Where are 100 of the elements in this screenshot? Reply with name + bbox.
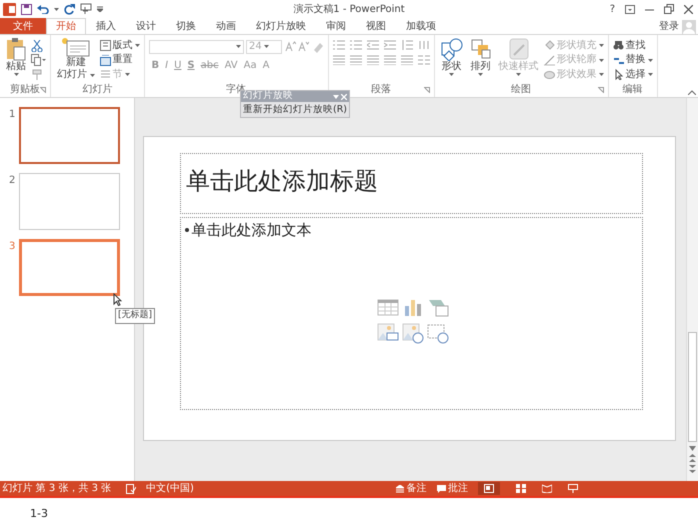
ribbon-button[interactable]: 查找 [612,40,652,52]
caret-icon [648,58,652,62]
avatar-icon[interactable] [682,20,696,34]
shapes-icon [440,37,462,61]
increase-indent-icon[interactable] [384,40,396,50]
align-right-icon[interactable] [366,54,378,64]
group-label: 幻灯片 [82,84,112,95]
columns-icon[interactable] [418,54,430,64]
next-slide-icon[interactable] [689,465,696,473]
caret-icon [598,73,604,76]
comment-icon [436,484,446,492]
justify-icon[interactable] [384,54,396,64]
online-picture-icon[interactable] [402,322,424,344]
cursor-icon [113,293,122,306]
distribute-icon[interactable] [400,54,412,64]
ribbon-tab[interactable]: 开始 [46,18,86,34]
window-title: 演示文稿1 - PowerPoint [293,2,405,17]
ribbon-tab[interactable]: 设计 [126,18,166,34]
redo-icon[interactable] [64,4,74,14]
caret-icon [134,44,140,47]
numbering-icon[interactable] [350,40,362,50]
figure-caption: 1-3 [30,507,48,520]
ribbon-tab[interactable]: 动画 [206,18,246,34]
pen-outline-icon [544,54,554,66]
paste-button[interactable]: 粘贴 [4,37,28,84]
table-icon[interactable] [377,298,399,318]
ribbon-tab[interactable]: 切换 [166,18,206,34]
bullets-icon[interactable] [332,40,344,50]
line-spacing-icon[interactable] [400,40,412,50]
grow-font-icon[interactable] [284,41,296,52]
slide-thumbnail[interactable] [19,239,120,296]
fill-bucket-icon [544,40,554,51]
shape-effects-icon [544,69,554,80]
notes-button[interactable]: 备注 [396,481,426,496]
group-label: 段落 [371,84,391,95]
ribbon-display-icon[interactable] [625,4,635,14]
ribbon-button[interactable]: 替换 [612,54,652,66]
ribbon-tab[interactable]: 幻灯片放映 [246,18,316,34]
title-placeholder[interactable]: 单击此处添加标题 [186,167,378,195]
sign-in-link[interactable]: 登录 [659,19,679,34]
shrink-font-icon[interactable] [298,41,309,52]
font-name-field[interactable] [148,40,244,54]
normal-view-button[interactable] [478,482,500,495]
touch-mode-icon[interactable] [80,3,92,15]
smartart-icon[interactable] [427,298,449,318]
clear-format-icon[interactable] [312,40,324,52]
close-icon[interactable] [684,4,693,14]
caret-icon [264,45,270,48]
slide-sorter-icon[interactable] [516,484,526,493]
ribbon-tab[interactable]: 视图 [356,18,396,34]
slide-thumbnail[interactable] [19,107,120,164]
decrease-indent-icon[interactable] [366,40,378,50]
scrollbar-thumb[interactable] [688,332,697,442]
clipboard-icon [6,37,26,61]
ribbon-tab[interactable]: 文件 [0,18,46,34]
align-center-icon[interactable] [350,54,362,64]
ribbon-tab[interactable]: 审阅 [316,18,356,34]
slide-thumbnail[interactable] [19,173,120,230]
dialog-launcher-icon[interactable] [40,87,46,93]
group-label: 绘图 [511,84,531,95]
slideshow-icon[interactable] [568,484,578,493]
ribbon-tab[interactable]: 插入 [86,18,126,34]
cut-icon[interactable] [31,40,43,52]
scroll-down-icon[interactable] [689,446,696,451]
language-status[interactable]: 中文(中国) [146,481,194,496]
menu-item[interactable]: 重新开始幻灯片放映(R) [241,103,350,117]
undo-icon[interactable] [36,4,48,14]
previous-slide-icon[interactable] [689,454,696,462]
picture-icon[interactable] [377,322,399,344]
align-left-icon[interactable] [332,54,344,64]
caret-icon [648,73,652,76]
dialog-launcher-icon[interactable] [598,87,604,93]
format-painter-icon[interactable] [31,68,43,80]
dialog-launcher-icon[interactable] [424,87,430,93]
new-slide-button[interactable]: 新建 幻灯片 [55,37,96,84]
pointer-icon [612,69,624,80]
help-button[interactable]: ? [610,2,615,16]
copy-icon[interactable] [31,54,46,66]
ribbon-button[interactable]: 重置 [100,54,140,66]
ribbon-button[interactable]: 选择 [612,68,652,80]
customize-icon[interactable] [96,6,102,12]
ribbon-button[interactable]: 排列 [468,37,494,84]
body-placeholder[interactable]: 单击此处添加文本 [192,219,312,242]
collapse-ribbon-icon[interactable] [688,90,696,94]
ribbon-button[interactable]: 形状 [438,37,464,84]
quick-styles-icon [508,37,530,61]
spell-check-icon[interactable] [126,484,136,494]
restore-icon[interactable] [664,4,674,14]
video-icon[interactable] [427,322,449,344]
caret-icon [90,74,94,76]
layout-icon [100,40,110,51]
save-icon[interactable] [20,4,32,14]
comments-button[interactable]: 批注 [436,481,468,496]
caret-icon [54,8,58,10]
chart-icon[interactable] [402,298,424,318]
ribbon-button[interactable]: 版式 [100,40,140,52]
text-direction-icon[interactable] [418,40,430,50]
reading-view-icon[interactable] [542,484,552,493]
ribbon-tab[interactable]: 加载项 [396,18,446,34]
app-logo-icon [2,2,16,16]
